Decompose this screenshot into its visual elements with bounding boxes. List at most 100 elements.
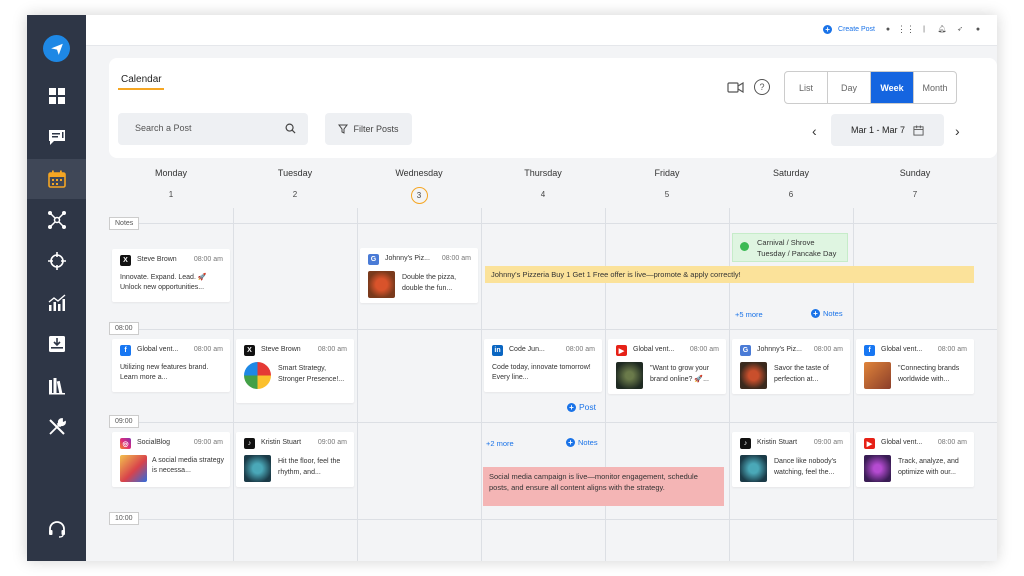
filter-icon: [338, 124, 349, 134]
topbar: + Create Post ● ⋮⋮ | 🔔︎ ➶ ●: [86, 15, 997, 46]
rocket-icon[interactable]: ➶: [955, 24, 965, 34]
video-thumbnail[interactable]: [864, 455, 891, 482]
column-divider: [729, 208, 730, 561]
strategy-wheel-thumbnail[interactable]: [244, 362, 271, 389]
apps-grid-icon[interactable]: ⋮⋮: [897, 24, 915, 34]
day-header-thursday: Thursday: [524, 168, 562, 178]
video-thumbnail[interactable]: [740, 455, 767, 482]
youtube-icon: ▶: [864, 438, 875, 449]
tools-icon[interactable]: [27, 407, 86, 447]
calendar-header-card: Calendar Search a Post Filter Posts ? Li…: [109, 58, 997, 158]
column-divider: [357, 208, 358, 561]
inbox-download-icon[interactable]: [27, 324, 86, 364]
day-number: 5: [664, 190, 670, 199]
time-label: 10:00: [109, 512, 139, 525]
campaign-banner-red[interactable]: Social media campaign is live—monitor en…: [483, 467, 724, 506]
target-icon[interactable]: [27, 241, 86, 281]
day-header-friday: Friday: [654, 168, 680, 178]
analytics-icon[interactable]: [27, 283, 86, 323]
help-icon[interactable]: ?: [754, 79, 770, 95]
pizza-thumbnail[interactable]: [740, 362, 767, 389]
row-divider: [109, 519, 997, 520]
more-events-link[interactable]: +5 more: [735, 310, 763, 319]
day-header-wednesday: Wednesday: [395, 168, 443, 178]
paper-plane-logo-icon[interactable]: [43, 35, 70, 62]
post-card[interactable]: ♪ Kristin Stuart 09:00 am Dance like nob…: [732, 432, 850, 487]
day-header-sunday: Sunday: [899, 168, 931, 178]
post-card[interactable]: f Global vent... 08:00 am Utilizing new …: [112, 339, 230, 392]
linkedin-icon: in: [492, 345, 503, 356]
view-list-button[interactable]: List: [785, 72, 828, 103]
calendar-small-icon: [913, 124, 924, 136]
social-thumbnail[interactable]: [120, 455, 147, 482]
row-divider: [109, 223, 997, 224]
library-icon[interactable]: [27, 366, 86, 406]
calendar-icon[interactable]: [27, 159, 86, 199]
user-icon[interactable]: ●: [973, 24, 983, 34]
app-window: + Create Post ● ⋮⋮ | 🔔︎ ➶ ● Calendar Sea…: [27, 15, 997, 561]
post-card[interactable]: ♪ Kristin Stuart 09:00 am Hit the floor,…: [236, 432, 354, 487]
column-divider: [853, 208, 854, 561]
week-grid: Monday Tuesday Wednesday Thursday Friday…: [109, 158, 997, 561]
video-camera-icon[interactable]: [727, 82, 744, 93]
day-number-today: 3: [357, 187, 481, 204]
post-card[interactable]: X Steve Brown 08:00 am Innovate. Expand.…: [112, 249, 230, 302]
campaign-banner-yellow[interactable]: Johnny's Pizzeria Buy 1 Get 1 Free offer…: [485, 266, 974, 283]
post-card[interactable]: G Johnny's Piz... 08:00 am Double the pi…: [360, 248, 478, 303]
posts-icon[interactable]: [27, 117, 86, 157]
post-card[interactable]: ◎ SocialBlog 09:00 am A social media str…: [112, 432, 230, 487]
support-headset-icon[interactable]: [27, 509, 86, 549]
filter-posts-button[interactable]: Filter Posts: [325, 113, 412, 145]
search-icon: [285, 123, 296, 134]
plus-circle-icon: +: [811, 309, 820, 318]
date-range-picker[interactable]: Mar 1 - Mar 7: [831, 114, 944, 146]
post-card[interactable]: G Johnny's Piz... 08:00 am Savor the tas…: [732, 339, 850, 394]
video-thumbnail[interactable]: [616, 362, 643, 389]
divider: |: [923, 25, 925, 33]
add-post-button[interactable]: + Post: [567, 402, 596, 412]
post-card[interactable]: f Global vent... 08:00 am "Connecting br…: [856, 339, 974, 394]
more-events-link[interactable]: +2 more: [486, 439, 514, 448]
view-week-button[interactable]: Week: [871, 72, 914, 103]
post-card[interactable]: ▶ Global vent... 08:00 am Track, analyze…: [856, 432, 974, 487]
add-notes-button[interactable]: + Notes: [566, 438, 598, 447]
youtube-icon: ▶: [616, 345, 627, 356]
time-label: 09:00: [109, 415, 139, 428]
network-icon[interactable]: [27, 200, 86, 240]
holiday-event[interactable]: Carnival / Shrove Tuesday / Pancake Day: [732, 233, 848, 262]
video-thumbnail[interactable]: [244, 455, 271, 482]
time-label: 08:00: [109, 322, 139, 335]
plus-circle-icon: +: [823, 24, 833, 34]
play-circle-icon[interactable]: ●: [883, 24, 893, 34]
day-number: 2: [292, 190, 298, 199]
lightbulb-icon: [740, 242, 749, 251]
create-post-link[interactable]: + Create Post: [823, 24, 875, 34]
pizza-thumbnail[interactable]: [368, 271, 395, 298]
tiktok-icon: ♪: [740, 438, 751, 449]
row-divider: [109, 329, 997, 330]
brand-thumbnail[interactable]: [864, 362, 891, 389]
view-day-button[interactable]: Day: [828, 72, 871, 103]
day-number: 6: [788, 190, 794, 199]
post-card[interactable]: X Steve Brown 08:00 am Smart Strategy, S…: [236, 339, 354, 403]
post-card[interactable]: in Code Jun... 08:00 am Code today, inno…: [484, 339, 602, 392]
search-input[interactable]: Search a Post: [118, 113, 308, 145]
x-twitter-icon: X: [244, 345, 255, 356]
tab-calendar[interactable]: Calendar: [121, 74, 162, 85]
row-divider: [109, 422, 997, 423]
chevron-left-icon[interactable]: ‹: [812, 123, 817, 139]
google-business-icon: G: [368, 254, 379, 265]
day-number: 7: [912, 190, 918, 199]
bell-icon[interactable]: 🔔︎: [937, 24, 947, 34]
instagram-icon: ◎: [120, 438, 131, 449]
post-card[interactable]: ▶ Global vent... 08:00 am "Want to grow …: [608, 339, 726, 394]
day-number: 4: [540, 190, 546, 199]
column-divider: [605, 208, 606, 561]
dashboard-icon[interactable]: [27, 76, 86, 116]
column-divider: [481, 208, 482, 561]
add-notes-button[interactable]: + Notes: [811, 309, 843, 318]
view-month-button[interactable]: Month: [914, 72, 956, 103]
chevron-right-icon[interactable]: ›: [955, 123, 960, 139]
sidebar: [27, 15, 86, 561]
facebook-icon: f: [864, 345, 875, 356]
